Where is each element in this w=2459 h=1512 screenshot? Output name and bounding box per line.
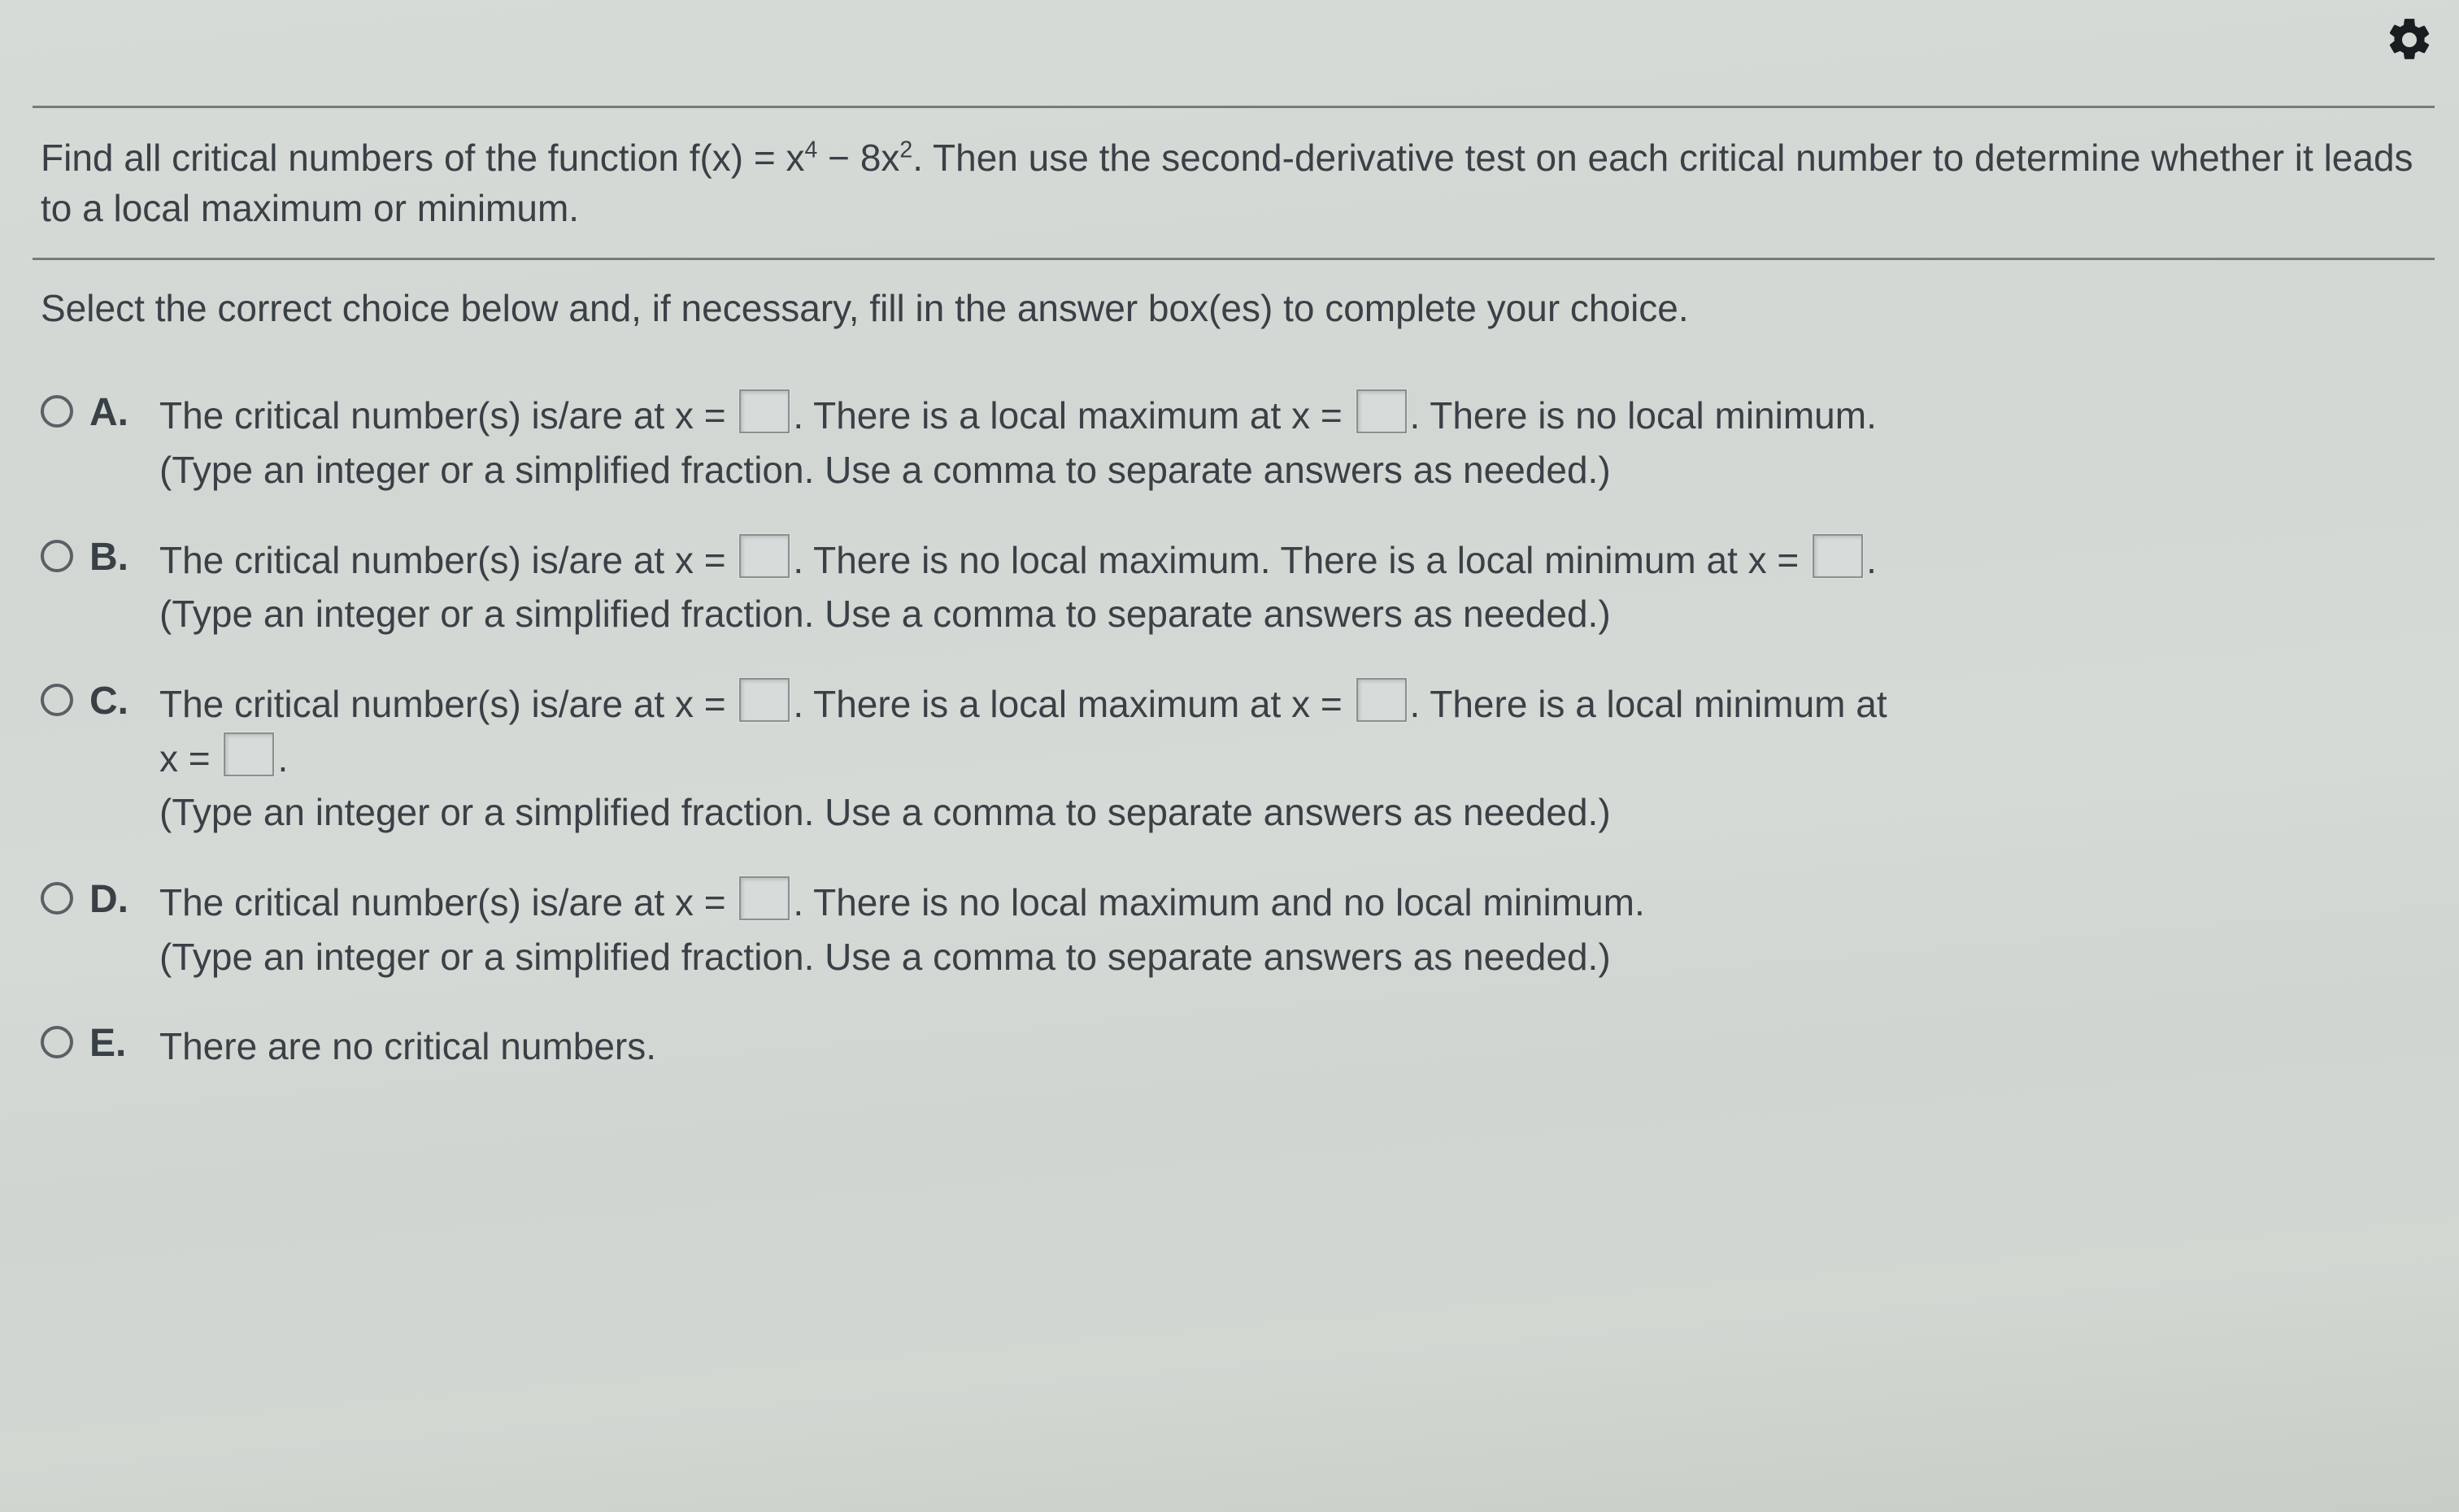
- question-page: Find all critical numbers of the functio…: [0, 0, 2459, 1512]
- choice-b: B. The critical number(s) is/are at x = …: [41, 533, 2426, 641]
- choice-c-text: The critical number(s) is/are at x = . T…: [159, 677, 2426, 840]
- choice-a-letter: A.: [89, 390, 138, 435]
- choice-b-blank1[interactable]: [739, 534, 790, 578]
- choice-d-hint: (Type an integer or a simplified fractio…: [159, 936, 1611, 978]
- choice-e-text: There are no critical numbers.: [159, 1019, 2426, 1074]
- choice-c-blank2[interactable]: [1356, 678, 1407, 722]
- choice-b-seg3: .: [1866, 539, 1877, 581]
- radio-c[interactable]: [41, 684, 73, 716]
- choice-c-blank1[interactable]: [739, 678, 790, 722]
- choice-a-seg2: . There is a local maximum at x =: [793, 394, 1352, 437]
- choice-b-text: The critical number(s) is/are at x = . T…: [159, 533, 2426, 641]
- choice-d-blank1[interactable]: [739, 876, 790, 920]
- choice-b-seg2: . There is no local maximum. There is a …: [793, 539, 1809, 581]
- choice-a-blank2[interactable]: [1356, 389, 1407, 433]
- question-text: Find all critical numbers of the functio…: [33, 108, 2435, 258]
- radio-e[interactable]: [41, 1026, 73, 1058]
- choice-c-seg2: . There is a local maximum at x =: [793, 683, 1352, 725]
- choice-e: E. There are no critical numbers.: [41, 1019, 2426, 1074]
- choice-c: C. The critical number(s) is/are at x = …: [41, 677, 2426, 840]
- question-exp2: 2: [899, 137, 912, 163]
- radio-b[interactable]: [41, 540, 73, 572]
- choice-a-blank1[interactable]: [739, 389, 790, 433]
- radio-d[interactable]: [41, 882, 73, 915]
- choice-b-blank2[interactable]: [1813, 534, 1863, 578]
- question-seg2: − 8x: [817, 137, 899, 179]
- choice-a-seg3: . There is no local minimum.: [1410, 394, 1877, 437]
- gear-icon[interactable]: [2384, 15, 2435, 69]
- radio-a[interactable]: [41, 395, 73, 428]
- choice-b-hint: (Type an integer or a simplified fractio…: [159, 593, 1611, 635]
- choice-c-hint: (Type an integer or a simplified fractio…: [159, 791, 1611, 833]
- choice-a-hint: (Type an integer or a simplified fractio…: [159, 449, 1611, 491]
- choice-e-letter: E.: [89, 1021, 138, 1066]
- question-seg1: Find all critical numbers of the functio…: [41, 137, 805, 179]
- choice-d: D. The critical number(s) is/are at x = …: [41, 875, 2426, 984]
- choice-c-seg5: .: [277, 737, 288, 780]
- choice-a-text: The critical number(s) is/are at x = . T…: [159, 389, 2426, 497]
- choice-b-letter: B.: [89, 535, 138, 580]
- answer-choices: A. The critical number(s) is/are at x = …: [33, 356, 2435, 1090]
- choice-d-letter: D.: [89, 877, 138, 922]
- choice-c-blank3[interactable]: [224, 732, 274, 776]
- choice-c-seg3: . There is a local minimum at: [1410, 683, 1887, 725]
- choice-c-letter: C.: [89, 679, 138, 723]
- choice-c-seg1: The critical number(s) is/are at x =: [159, 683, 736, 725]
- choice-a-seg1: The critical number(s) is/are at x =: [159, 394, 736, 437]
- choice-c-seg4: x =: [159, 737, 220, 780]
- choice-d-seg2: . There is no local maximum and no local…: [793, 881, 1644, 923]
- choice-a: A. The critical number(s) is/are at x = …: [41, 389, 2426, 497]
- choice-b-seg1: The critical number(s) is/are at x =: [159, 539, 736, 581]
- choice-d-seg1: The critical number(s) is/are at x =: [159, 881, 736, 923]
- instruction-text: Select the correct choice below and, if …: [33, 260, 2435, 356]
- question-exp1: 4: [805, 137, 818, 163]
- choice-d-text: The critical number(s) is/are at x = . T…: [159, 875, 2426, 984]
